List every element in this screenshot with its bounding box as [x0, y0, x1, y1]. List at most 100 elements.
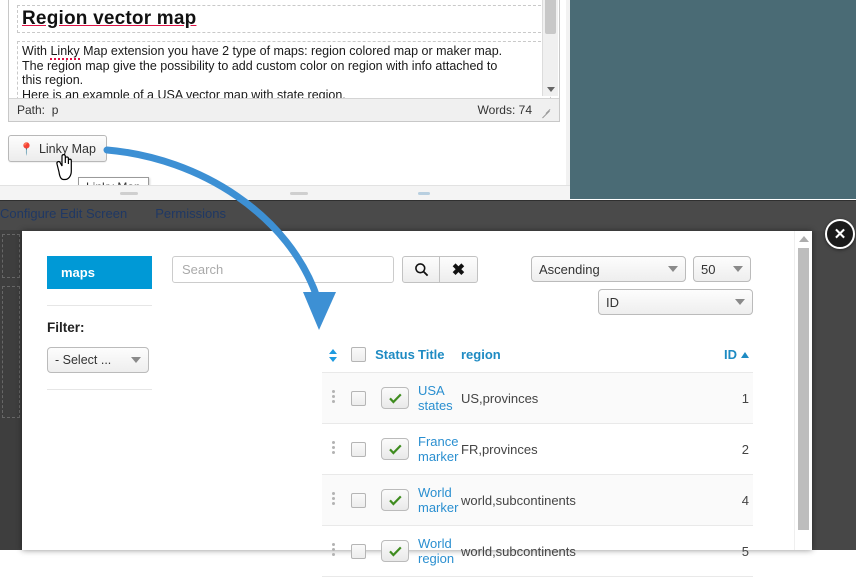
row-checkbox-cell[interactable]: [344, 526, 372, 577]
sort-updown-icon: [329, 349, 338, 362]
filter-label-text: Filter:: [47, 320, 85, 335]
page-limit-select[interactable]: 50: [693, 256, 751, 282]
strip-mark: [290, 192, 308, 195]
close-modal-button[interactable]: ✕: [825, 219, 855, 249]
editor-heading-text: Region vector map: [22, 8, 196, 29]
maps-table: Status Title region ID: [322, 346, 753, 577]
maps-table-wrapper: Status Title region ID: [322, 346, 753, 577]
row-region-cell: world,subcontinents: [461, 475, 693, 526]
chevron-down-icon: [668, 266, 678, 272]
admin-nav-permissions[interactable]: Permissions: [155, 206, 226, 221]
row-drag-handle[interactable]: [322, 373, 344, 424]
search-icon: [414, 262, 429, 277]
search-button[interactable]: [402, 256, 440, 283]
chevron-down-icon[interactable]: [547, 87, 555, 92]
editor-toolbar-strip: [0, 185, 570, 201]
row-checkbox[interactable]: [351, 442, 366, 457]
chevron-down-icon: [735, 299, 745, 305]
row-title-link[interactable]: USA states: [418, 383, 453, 413]
drag-handle-icon: [332, 490, 335, 507]
mouse-cursor-icon: [52, 152, 78, 182]
row-drag-handle[interactable]: [322, 475, 344, 526]
table-head: Status Title region ID: [322, 346, 753, 373]
modal-content: maps Filter: - Select ...: [22, 231, 795, 550]
row-status-cell[interactable]: [372, 424, 418, 475]
admin-nav-configure-edit-screen[interactable]: Configure Edit Screen: [0, 206, 127, 221]
row-id-cell: 4: [693, 475, 753, 526]
row-region-cell: world,subcontinents: [461, 526, 693, 577]
row-title-cell[interactable]: World region: [418, 526, 461, 577]
status-toggle-button[interactable]: [381, 438, 409, 460]
select-all-checkbox[interactable]: [351, 347, 366, 362]
column-header-status[interactable]: Status: [372, 346, 418, 373]
sort-direction-select[interactable]: Ascending: [531, 256, 686, 282]
row-checkbox[interactable]: [351, 493, 366, 508]
sidebar-tab-label: maps: [61, 265, 95, 280]
row-checkbox-cell[interactable]: [344, 373, 372, 424]
row-title-cell[interactable]: USA states: [418, 373, 461, 424]
sidebar-divider: [47, 389, 152, 390]
editor-path-label: Path:: [17, 103, 45, 117]
modal-scrollbar-thumb[interactable]: [798, 248, 809, 530]
resize-grip-icon[interactable]: [539, 104, 551, 116]
modal-scrollbar[interactable]: [794, 231, 812, 550]
rich-text-editor[interactable]: H Region vector map P With Linky Map ext…: [8, 0, 560, 122]
check-icon: [389, 444, 402, 455]
editor-content-area[interactable]: H Region vector map P With Linky Map ext…: [9, 0, 559, 99]
check-icon: [389, 495, 402, 506]
chevron-up-icon[interactable]: [799, 236, 809, 242]
editor-line-text: The region map give the possibility to a…: [22, 59, 497, 73]
row-id-cell: 5: [693, 526, 753, 577]
column-header-ordering[interactable]: [322, 346, 344, 373]
row-drag-handle[interactable]: [322, 526, 344, 577]
column-header-region[interactable]: region: [461, 346, 693, 373]
sidebar-tab-maps[interactable]: maps: [47, 256, 152, 289]
filter-select-value: - Select ...: [55, 353, 111, 367]
column-header-select-all[interactable]: [344, 346, 372, 373]
editor-paragraph[interactable]: P With Linky Map extension you have 2 ty…: [17, 41, 551, 99]
status-toggle-button[interactable]: [381, 387, 409, 409]
dimmed-editor-sliver: [0, 230, 22, 550]
search-input[interactable]: [172, 256, 394, 283]
row-region-cell: US,provinces: [461, 373, 693, 424]
chevron-down-icon: [733, 266, 743, 272]
editor-scrollbar[interactable]: [542, 0, 558, 96]
row-checkbox[interactable]: [351, 544, 366, 559]
sort-direction-value: Ascending: [539, 262, 600, 277]
status-toggle-button[interactable]: [381, 540, 409, 562]
row-title-link[interactable]: World marker: [418, 485, 458, 515]
table-row[interactable]: France marker FR,provinces 2: [322, 424, 753, 475]
table-row[interactable]: World region world,subcontinents 5: [322, 526, 753, 577]
table-row[interactable]: World marker world,subcontinents 4: [322, 475, 753, 526]
clear-search-button[interactable]: ✖: [440, 256, 478, 283]
row-title-link[interactable]: France marker: [418, 434, 458, 464]
table-row[interactable]: USA states US,provinces 1: [322, 373, 753, 424]
table-header-row: Status Title region ID: [322, 346, 753, 373]
map-pin-icon: 📍: [19, 143, 34, 155]
row-title-cell[interactable]: France marker: [418, 424, 461, 475]
close-icon: ✖: [452, 260, 465, 280]
row-title-cell[interactable]: World marker: [418, 475, 461, 526]
filter-select[interactable]: - Select ...: [47, 347, 149, 373]
sort-column-select[interactable]: ID: [598, 289, 753, 315]
editor-path-value: p: [52, 103, 59, 117]
row-checkbox[interactable]: [351, 391, 366, 406]
row-id-cell: 1: [693, 373, 753, 424]
row-drag-handle[interactable]: [322, 424, 344, 475]
editor-anchor-marker: P: [11, 0, 16, 1]
status-toggle-button[interactable]: [381, 489, 409, 511]
chevron-down-icon: [131, 357, 141, 363]
row-checkbox-cell[interactable]: [344, 475, 372, 526]
editor-scrollbar-thumb[interactable]: [545, 0, 556, 34]
row-id-cell: 2: [693, 424, 753, 475]
column-header-title[interactable]: Title: [418, 346, 461, 373]
row-checkbox-cell[interactable]: [344, 424, 372, 475]
row-status-cell[interactable]: [372, 475, 418, 526]
row-status-cell[interactable]: [372, 526, 418, 577]
check-icon: [389, 546, 402, 557]
editor-heading[interactable]: H Region vector map: [17, 5, 551, 33]
row-title-link[interactable]: World region: [418, 536, 454, 566]
row-status-cell[interactable]: [372, 373, 418, 424]
modal-main: ✖ Ascending 50 ID: [172, 256, 783, 283]
column-header-id[interactable]: ID: [693, 346, 753, 373]
